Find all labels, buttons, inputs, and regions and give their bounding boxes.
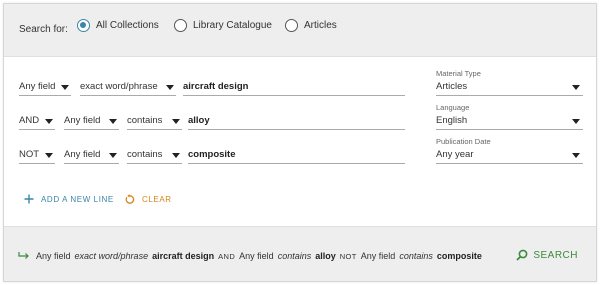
material-type-value: Articles bbox=[436, 81, 468, 92]
caret-down-icon bbox=[166, 85, 174, 90]
language-value: English bbox=[436, 115, 468, 126]
caret-down-icon bbox=[109, 153, 117, 158]
match-select-row-2[interactable]: contains bbox=[127, 114, 182, 130]
summary-term: composite bbox=[436, 251, 482, 261]
search-scope-bar: Search for: All Collections Library Cata… bbox=[4, 4, 596, 57]
term-input-row-1[interactable] bbox=[183, 80, 405, 96]
search-icon bbox=[516, 249, 528, 261]
caret-down-icon bbox=[45, 119, 53, 124]
reset-icon bbox=[125, 194, 135, 204]
publication-date-select[interactable]: Any year bbox=[436, 148, 583, 164]
radio-articles[interactable]: Articles bbox=[285, 19, 337, 32]
summary-field: Any field bbox=[239, 251, 274, 261]
operator-select-value: AND bbox=[19, 115, 40, 126]
publication-date-value: Any year bbox=[436, 149, 474, 160]
term-input-row-2[interactable] bbox=[188, 114, 405, 130]
summary-match: contains bbox=[277, 251, 312, 261]
match-select-row-1[interactable]: exact word/phrase bbox=[80, 80, 176, 96]
summary-field: Any field bbox=[360, 251, 396, 261]
search-button[interactable]: SEARCH bbox=[516, 249, 578, 261]
field-select-row-1[interactable]: Any field bbox=[19, 80, 71, 96]
radio-selected-icon bbox=[77, 19, 90, 32]
caret-down-icon bbox=[45, 153, 53, 158]
publication-date-label: Publication Date bbox=[436, 137, 491, 146]
add-new-line-button[interactable]: ADD A NEW LINE bbox=[24, 194, 114, 204]
caret-down-icon bbox=[172, 153, 180, 158]
radio-unselected-icon bbox=[174, 19, 187, 32]
operator-select-row-2[interactable]: AND bbox=[19, 114, 55, 130]
match-select-value: contains bbox=[127, 149, 163, 160]
summary-field: Any field bbox=[36, 251, 71, 261]
match-select-value: exact word/phrase bbox=[80, 81, 158, 92]
field-select-value: Any field bbox=[64, 149, 101, 160]
caret-down-icon bbox=[172, 119, 180, 124]
language-select[interactable]: English bbox=[436, 114, 583, 130]
operator-select-row-3[interactable]: NOT bbox=[19, 148, 55, 164]
field-select-row-2[interactable]: Any field bbox=[64, 114, 119, 130]
radio-label: All Collections bbox=[96, 20, 159, 31]
radio-unselected-icon bbox=[285, 19, 298, 32]
term-input[interactable] bbox=[188, 114, 405, 126]
material-type-label: Material Type bbox=[436, 69, 481, 78]
caret-down-icon bbox=[572, 85, 580, 90]
arrow-right-icon bbox=[18, 252, 29, 259]
match-select-value: contains bbox=[127, 115, 163, 126]
summary-term: aircraft design bbox=[152, 251, 215, 261]
summary-operator: NOT bbox=[339, 251, 357, 261]
caret-down-icon bbox=[61, 85, 69, 90]
clear-label: CLEAR bbox=[142, 195, 172, 204]
search-label: SEARCH bbox=[533, 249, 578, 261]
field-select-value: Any field bbox=[64, 115, 101, 126]
radio-label: Library Catalogue bbox=[193, 20, 272, 31]
summary-term: alloy bbox=[315, 251, 336, 261]
operator-select-value: NOT bbox=[19, 149, 40, 160]
summary-match: exact word/phrase bbox=[74, 251, 149, 261]
clear-button[interactable]: CLEAR bbox=[124, 194, 172, 205]
field-select-value: Any field bbox=[19, 81, 56, 92]
advanced-search-panel: Search for: All Collections Library Cata… bbox=[3, 3, 597, 282]
material-type-select[interactable]: Articles bbox=[436, 80, 583, 96]
match-select-row-3[interactable]: contains bbox=[127, 148, 182, 164]
caret-down-icon bbox=[109, 119, 117, 124]
radio-library-catalogue[interactable]: Library Catalogue bbox=[174, 19, 272, 32]
term-input[interactable] bbox=[183, 80, 405, 92]
summary-match: contains bbox=[399, 251, 433, 261]
add-new-line-label: ADD A NEW LINE bbox=[41, 194, 114, 204]
field-select-row-3[interactable]: Any field bbox=[64, 148, 119, 164]
radio-all-collections[interactable]: All Collections bbox=[77, 19, 159, 32]
search-for-label: Search for: bbox=[19, 24, 68, 35]
term-input-row-3[interactable] bbox=[188, 148, 405, 164]
caret-down-icon bbox=[572, 153, 580, 158]
language-label: Language bbox=[436, 103, 470, 112]
plus-icon bbox=[24, 194, 34, 204]
summary-operator: AND bbox=[218, 251, 236, 261]
query-summary: Any field exact word/phrase aircraft des… bbox=[18, 251, 486, 261]
radio-label: Articles bbox=[304, 20, 337, 31]
caret-down-icon bbox=[572, 119, 580, 124]
query-summary-bar: Any field exact word/phrase aircraft des… bbox=[4, 226, 596, 281]
term-input[interactable] bbox=[188, 148, 405, 160]
